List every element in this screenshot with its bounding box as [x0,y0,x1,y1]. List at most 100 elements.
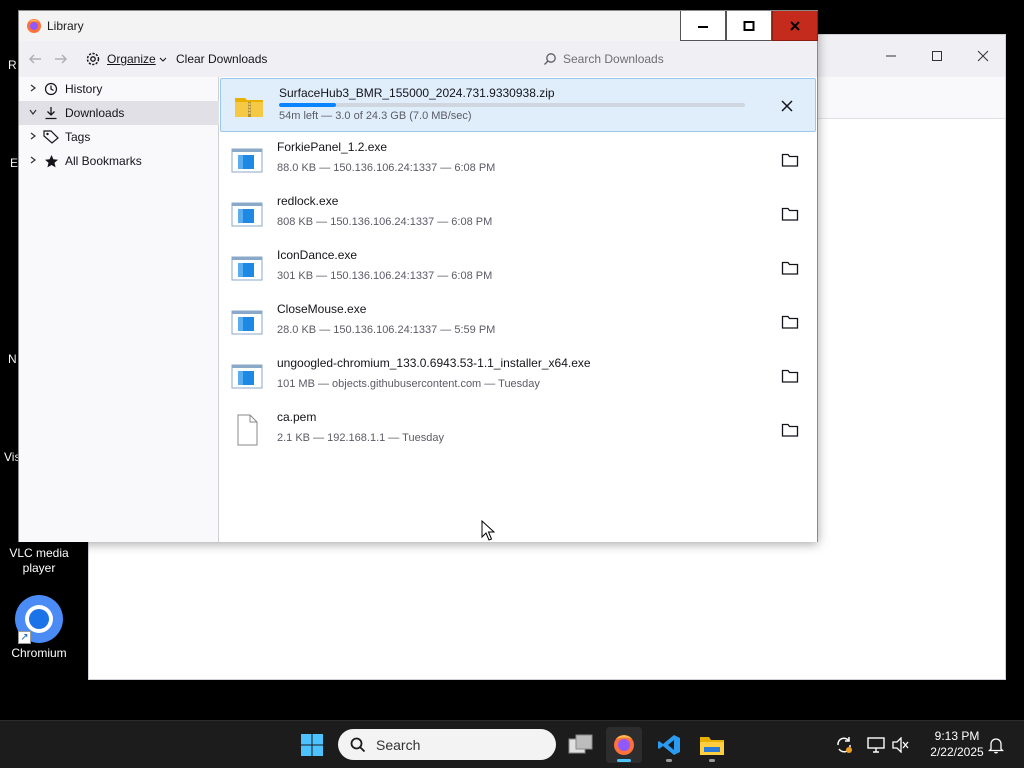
open-folder-icon[interactable] [781,259,799,277]
start-button[interactable] [294,727,330,763]
desktop-label-fragment: E [10,156,19,170]
firefox-icon [26,18,42,34]
download-progress-bar [279,103,745,107]
sidebar-item-all-bookmarks[interactable]: All Bookmarks [19,149,219,173]
library-sidebar: History Downloads Tags All Bookmarks [19,77,219,542]
chromium-icon: ↗ [14,594,64,644]
network-icon[interactable] [866,735,886,755]
taskbar-search-label: Search [376,736,421,753]
download-status: 101 MB — objects.githubusercontent.com —… [277,378,540,390]
task-view-icon [568,734,593,754]
open-folder-icon[interactable] [781,205,799,223]
exe-file-icon [231,360,263,392]
back-arrow-icon [28,54,41,64]
search-icon [544,53,556,65]
sidebar-item-label: Tags [65,130,91,144]
download-status: 28.0 KB — 150.136.106.24:1337 — 5:59 PM [277,324,496,336]
expand-chevron-icon[interactable] [27,84,39,95]
system-clock[interactable]: 9:13 PM 2/22/2025 [918,728,996,760]
download-icon [43,105,59,121]
task-view-button[interactable] [563,727,599,763]
taskbar-firefox[interactable] [606,727,642,763]
taskbar-vscode[interactable] [651,727,687,763]
download-item[interactable]: SurfaceHub3_BMR_155000_2024.731.9330938.… [220,78,816,132]
organize-label: Organize [107,52,156,66]
taskbar-file-explorer[interactable] [694,727,730,763]
exe-file-icon [231,252,263,284]
sidebar-item-label: History [65,82,103,96]
library-maximize-button[interactable] [726,11,772,41]
download-item[interactable]: IconDance.exe 301 KB — 150.136.106.24:13… [219,241,817,295]
download-filename: IconDance.exe [277,248,358,262]
download-status: 808 KB — 150.136.106.24:1337 — 6:08 PM [277,216,493,228]
clear-downloads-button[interactable]: Clear Downloads [176,41,267,77]
browser-maximize-button[interactable] [915,41,959,71]
sidebar-item-label: All Bookmarks [65,154,142,168]
download-status: 2.1 KB — 192.168.1.1 — Tuesday [277,432,444,444]
download-filename: CloseMouse.exe [277,302,367,316]
clock-time: 9:13 PM [934,729,980,743]
volume-muted-icon[interactable] [891,735,911,755]
open-folder-icon[interactable] [781,151,799,169]
sync-update-icon[interactable] [834,735,854,755]
browser-close-button[interactable] [961,41,1005,71]
vscode-icon [658,735,680,755]
open-folder-icon[interactable] [781,313,799,331]
organize-button[interactable]: Organize [85,41,167,77]
forward-arrow-icon [55,54,68,64]
expand-chevron-icon[interactable] [27,132,39,143]
open-folder-icon[interactable] [781,421,799,439]
download-progress-fill [279,103,337,107]
library-minimize-button[interactable] [680,11,726,41]
download-status: 54m left — 3.0 of 24.3 GB (7.0 MB/sec) [279,110,472,122]
library-toolbar: Organize Clear Downloads [19,41,817,77]
taskbar-search-box[interactable]: Search [338,729,556,760]
clock-date: 2/22/2025 [930,745,984,759]
library-title: Library [47,19,84,33]
browser-minimize-button[interactable] [869,41,913,71]
download-item[interactable]: ungoogled-chromium_133.0.6943.53-1.1_ins… [219,349,817,403]
download-filename: redlock.exe [277,194,339,208]
forward-button[interactable] [53,41,69,77]
sidebar-item-tags[interactable]: Tags [19,125,219,149]
downloads-list: SurfaceHub3_BMR_155000_2024.731.9330938.… [219,77,817,542]
chevron-down-icon [159,57,167,62]
notification-bell-icon[interactable] [986,735,1006,755]
exe-file-icon [231,306,263,338]
firefox-icon [614,735,634,755]
tag-icon [43,129,59,145]
download-item[interactable]: ca.pem 2.1 KB — 192.168.1.1 — Tuesday [219,403,817,457]
exe-file-icon [231,198,263,230]
gear-icon [86,52,100,66]
open-folder-icon[interactable] [781,367,799,385]
download-item[interactable]: redlock.exe 808 KB — 150.136.106.24:1337… [219,187,817,241]
download-status: 88.0 KB — 150.136.106.24:1337 — 6:08 PM [277,162,496,174]
back-button[interactable] [27,41,43,77]
search-downloads-input[interactable] [563,52,803,66]
library-window: Library Organize Clear Downloads Search … [18,10,818,542]
download-item[interactable]: CloseMouse.exe 28.0 KB — 150.136.106.24:… [219,295,817,349]
history-icon [43,81,59,97]
download-filename: ungoogled-chromium_133.0.6943.53-1.1_ins… [277,356,591,370]
star-icon [43,153,59,169]
desktop-icon-label: Chromium [11,646,67,660]
download-item[interactable]: ForkiePanel_1.2.exe 88.0 KB — 150.136.10… [219,133,817,187]
sidebar-item-history[interactable]: History [19,77,219,101]
cancel-download-button[interactable] [777,96,797,116]
windows-logo-icon [301,734,323,756]
exe-file-icon [231,144,263,176]
expand-chevron-icon[interactable] [27,156,39,167]
collapse-chevron-icon[interactable] [27,108,39,119]
search-downloads-field[interactable] [537,46,813,72]
download-filename: ca.pem [277,410,317,424]
library-close-button[interactable] [772,11,818,41]
desktop-icon-label: VLC media player [9,546,69,575]
desktop-icon-vlc[interactable]: VLC media player [0,546,78,576]
desktop-label-fragment: R [8,58,17,72]
download-status: 301 KB — 150.136.106.24:1337 — 6:08 PM [277,270,493,282]
desktop-label-fragment: N [8,352,17,366]
zip-file-icon [233,90,265,122]
desktop-icon-chromium[interactable]: ↗ Chromium [0,594,78,661]
mouse-cursor-icon [481,519,496,542]
sidebar-item-downloads[interactable]: Downloads [19,101,219,125]
